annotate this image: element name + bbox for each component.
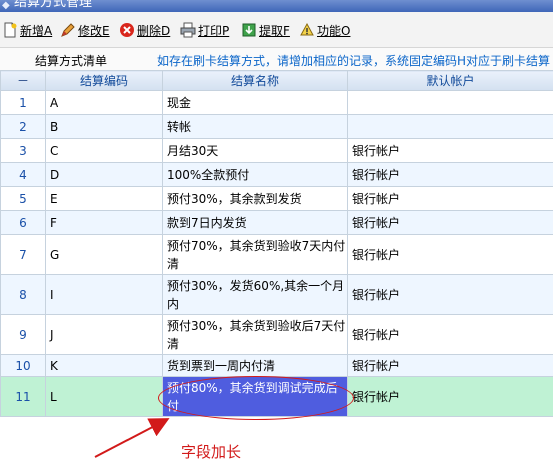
annotation-arrow-icon [94,418,170,458]
annotation-text: 字段加长 [181,443,242,461]
